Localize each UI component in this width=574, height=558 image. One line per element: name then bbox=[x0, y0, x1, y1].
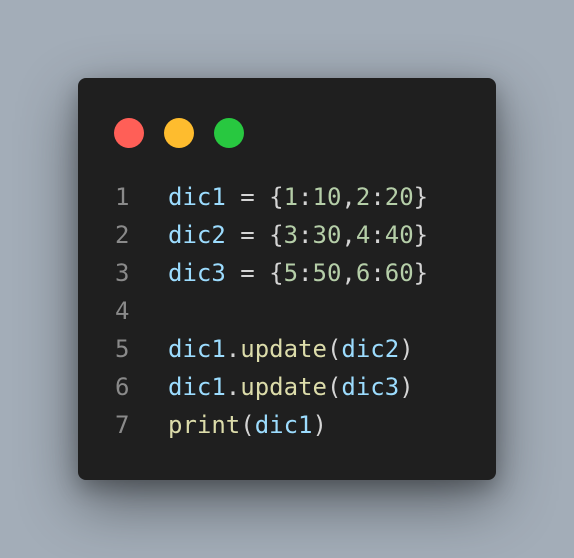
code-token-num: 40 bbox=[384, 221, 414, 249]
line-source: dic2 = {3:30,4:40} bbox=[168, 216, 428, 254]
code-token-fn: update bbox=[240, 335, 327, 363]
line-number: 3 bbox=[115, 259, 130, 287]
code-token-var: dic1 bbox=[168, 373, 226, 401]
code-token-var: dic2 bbox=[168, 221, 226, 249]
code-token-op: : bbox=[298, 221, 313, 249]
code-token-num: 6 bbox=[355, 259, 371, 287]
line-source: dic1.update(dic2) bbox=[168, 330, 414, 368]
code-token-num: 30 bbox=[312, 221, 342, 249]
code-token-op: : bbox=[370, 259, 385, 287]
code-token-op: ) bbox=[399, 373, 414, 401]
code-token-op: ) bbox=[312, 411, 327, 439]
code-line: 4 bbox=[78, 292, 496, 330]
code-token-op: , bbox=[341, 221, 356, 249]
code-token-op: . bbox=[225, 373, 241, 401]
line-source: dic1.update(dic3) bbox=[168, 368, 414, 406]
code-token-num: 20 bbox=[384, 183, 414, 211]
code-token-op: } bbox=[413, 259, 429, 287]
code-token-op: ) bbox=[399, 335, 414, 363]
code-token-op: = { bbox=[225, 183, 284, 211]
code-line: 6 dic1.update(dic3) bbox=[78, 368, 496, 406]
line-source: dic3 = {5:50,6:60} bbox=[168, 254, 428, 292]
code-line: 7 print(dic1) bbox=[78, 406, 496, 444]
code-token-op: : bbox=[370, 183, 385, 211]
code-line: 3 dic3 = {5:50,6:60} bbox=[78, 254, 496, 292]
code-token-op: ( bbox=[326, 335, 342, 363]
code-token-op: : bbox=[298, 183, 313, 211]
code-token-num: 10 bbox=[312, 183, 342, 211]
line-source: dic1 = {1:10,2:20} bbox=[168, 178, 428, 216]
line-number: 5 bbox=[115, 335, 130, 363]
code-token-op: = { bbox=[225, 221, 284, 249]
code-token-var: dic1 bbox=[254, 411, 313, 439]
code-token-op: = { bbox=[225, 259, 284, 287]
code-token-num: 5 bbox=[283, 259, 299, 287]
code-token-var: dic3 bbox=[341, 373, 400, 401]
code-token-num: 60 bbox=[384, 259, 414, 287]
code-block: 1 dic1 = {1:10,2:20} 2 dic2 = {3:30,4:40} 3 d… bbox=[78, 178, 496, 444]
code-line: 5 dic1.update(dic2) bbox=[78, 330, 496, 368]
code-token-fn: print bbox=[168, 411, 241, 439]
line-number: 2 bbox=[115, 221, 130, 249]
code-token-op: } bbox=[413, 221, 429, 249]
code-token-var: dic3 bbox=[168, 259, 226, 287]
line-number: 7 bbox=[115, 411, 130, 439]
line-number: 1 bbox=[115, 183, 130, 211]
code-token-num: 1 bbox=[283, 183, 299, 211]
line-number: 4 bbox=[115, 297, 130, 325]
code-line: 2 dic2 = {3:30,4:40} bbox=[78, 216, 496, 254]
code-token-num: 4 bbox=[355, 221, 371, 249]
code-token-op: } bbox=[413, 183, 429, 211]
line-number: 6 bbox=[115, 373, 130, 401]
code-token-fn: update bbox=[240, 373, 327, 401]
code-token-num: 50 bbox=[312, 259, 342, 287]
code-token-op: ( bbox=[240, 411, 255, 439]
code-token-op: , bbox=[341, 259, 356, 287]
code-token-var: dic1 bbox=[168, 183, 226, 211]
code-token-var: dic1 bbox=[168, 335, 226, 363]
code-token-num: 3 bbox=[283, 221, 299, 249]
code-token-op: ( bbox=[326, 373, 342, 401]
code-token-num: 2 bbox=[355, 183, 371, 211]
code-token-var: dic2 bbox=[341, 335, 400, 363]
code-line: 1 dic1 = {1:10,2:20} bbox=[78, 178, 496, 216]
minimize-dot-icon[interactable] bbox=[164, 118, 194, 148]
code-token-op: : bbox=[298, 259, 313, 287]
line-source: print(dic1) bbox=[168, 406, 327, 444]
maximize-dot-icon[interactable] bbox=[214, 118, 244, 148]
code-window: 1 dic1 = {1:10,2:20} 2 dic2 = {3:30,4:40} 3 d… bbox=[78, 78, 496, 480]
code-token-op: , bbox=[341, 183, 356, 211]
code-token-op: . bbox=[225, 335, 241, 363]
code-token-op: : bbox=[370, 221, 385, 249]
close-dot-icon[interactable] bbox=[114, 118, 144, 148]
